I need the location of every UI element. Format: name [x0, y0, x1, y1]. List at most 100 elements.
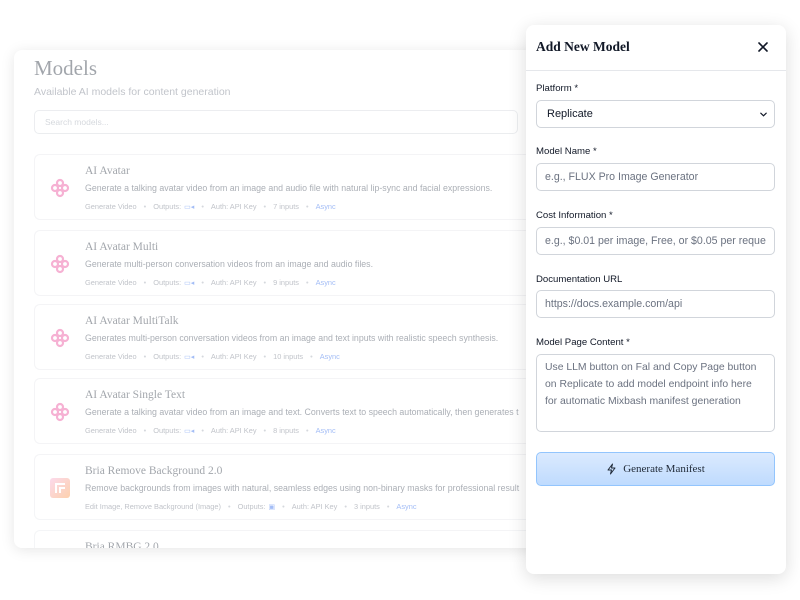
- meta-separator: •: [263, 278, 267, 287]
- model-category: Generate Video: [85, 426, 137, 435]
- model-description: Generate a talking avatar video from an …: [85, 407, 519, 417]
- model-outputs: Outputs: ▭◂: [153, 352, 195, 361]
- model-inputs: 7 inputs: [273, 202, 299, 211]
- model-mode: Async: [315, 202, 336, 211]
- model-card[interactable]: Bria Remove Background 2.0 Remove backgro…: [34, 454, 554, 520]
- model-meta: Generate Video • Outputs: ▭◂ • Auth: API Key •…: [85, 352, 340, 361]
- avatar-flower-icon: [49, 177, 71, 199]
- model-name: AI Avatar: [85, 165, 130, 177]
- video-icon: ▭◂: [184, 204, 195, 211]
- model-meta: Edit Image, Remove Background (Image) • Ou…: [85, 502, 417, 511]
- model-name: Bria RMBG 2.0: [85, 541, 159, 548]
- model-mode: Async: [396, 502, 417, 511]
- model-meta: Generate Video • Outputs: ▭◂ • Auth: API Key •…: [85, 426, 336, 435]
- video-icon: ▭◂: [184, 280, 195, 287]
- model-meta: Generate Video • Outputs: ▭◂ • Auth: API Key •…: [85, 278, 336, 287]
- model-description: Generate multi-person conversation video…: [85, 259, 374, 269]
- drawer-header: Add New Model: [526, 25, 786, 71]
- generate-manifest-label: Generate Manifest: [623, 463, 705, 475]
- chevron-down-icon: [760, 112, 767, 117]
- model-name-field[interactable]: [536, 163, 775, 191]
- cost-field[interactable]: [536, 227, 775, 255]
- model-inputs: 3 inputs: [353, 502, 380, 511]
- model-category: Edit Image, Remove Background (Image): [85, 502, 221, 511]
- model-auth: Auth: API Key: [210, 352, 257, 361]
- model-card[interactable]: Bria RMBG 2.0: [34, 530, 554, 548]
- add-model-drawer: Add New Model Platform * Replicate Model…: [526, 25, 786, 574]
- model-meta: Generate Video • Outputs: ▭◂ • Auth: API Key •…: [85, 202, 336, 211]
- model-category: Generate Video: [85, 352, 137, 361]
- generate-manifest-button[interactable]: Generate Manifest: [536, 452, 775, 486]
- meta-separator: •: [143, 202, 147, 211]
- meta-separator: •: [306, 426, 309, 435]
- search-input[interactable]: Search models...: [34, 110, 518, 134]
- model-outputs: Outputs: ▣: [237, 502, 276, 511]
- model-auth: Auth: API Key: [210, 202, 257, 211]
- model-auth: Auth: API Key: [210, 278, 257, 287]
- meta-separator: •: [143, 426, 147, 435]
- meta-separator: •: [201, 202, 204, 211]
- model-outputs: Outputs: ▭◂: [153, 202, 195, 211]
- model-name-label: Model Name *: [536, 146, 597, 157]
- model-name: AI Avatar Single Text: [85, 389, 186, 401]
- model-mode: Async: [319, 352, 340, 361]
- page-content-label: Model Page Content *: [536, 337, 630, 348]
- meta-separator: •: [310, 352, 313, 361]
- model-description: Remove backgrounds from images with natu…: [85, 483, 520, 493]
- meta-separator: •: [143, 278, 147, 287]
- model-category: Generate Video: [85, 278, 137, 287]
- model-inputs: 10 inputs: [273, 352, 304, 361]
- platform-label: Platform *: [536, 83, 579, 94]
- meta-separator: •: [386, 502, 390, 511]
- model-inputs: 9 inputs: [273, 278, 299, 287]
- page-title: Models: [34, 56, 97, 80]
- avatar-flower-icon: [49, 253, 71, 275]
- model-card[interactable]: AI Avatar Generate a talking avatar video…: [34, 154, 554, 220]
- meta-separator: •: [263, 426, 267, 435]
- drawer-title: Add New Model: [536, 39, 630, 54]
- model-auth: Auth: API Key: [291, 502, 338, 511]
- avatar-flower-icon: [49, 327, 71, 349]
- meta-separator: •: [201, 278, 204, 287]
- model-mode: Async: [315, 278, 336, 287]
- video-icon: ▭◂: [184, 354, 195, 361]
- video-icon: ▭◂: [184, 428, 195, 435]
- meta-separator: •: [143, 352, 147, 361]
- model-card[interactable]: AI Avatar Single Text Generate a talking …: [34, 378, 554, 444]
- platform-select-value: Replicate: [547, 108, 593, 120]
- meta-separator: •: [306, 202, 309, 211]
- close-button[interactable]: [754, 38, 772, 56]
- doc-url-label: Documentation URL: [536, 274, 623, 285]
- page-content-field[interactable]: [536, 354, 775, 432]
- model-name: Bria Remove Background 2.0: [85, 465, 223, 477]
- model-auth: Auth: API Key: [210, 426, 257, 435]
- meta-separator: •: [201, 352, 204, 361]
- model-description: Generates multi-person conversation vide…: [85, 333, 499, 343]
- model-mode: Async: [315, 426, 336, 435]
- model-category: Generate Video: [85, 202, 137, 211]
- model-card[interactable]: AI Avatar MultiTalk Generates multi-perso…: [34, 304, 554, 370]
- meta-separator: •: [306, 278, 309, 287]
- page-subtitle: Available AI models for content generati…: [34, 86, 231, 98]
- model-outputs: Outputs: ▭◂: [153, 278, 195, 287]
- platform-select[interactable]: Replicate: [536, 100, 775, 128]
- meta-separator: •: [263, 352, 267, 361]
- bria-gradient-icon: [49, 477, 71, 499]
- doc-url-field[interactable]: [536, 290, 775, 318]
- cost-label: Cost Information *: [536, 210, 613, 221]
- meta-separator: •: [282, 502, 285, 511]
- lightning-icon: [607, 463, 616, 475]
- model-name: AI Avatar MultiTalk: [85, 315, 179, 327]
- model-description: Generate a talking avatar video from an …: [85, 183, 493, 193]
- meta-separator: •: [201, 426, 204, 435]
- model-card[interactable]: AI Avatar Multi Generate multi-person con…: [34, 230, 554, 296]
- model-inputs: 8 inputs: [273, 426, 299, 435]
- close-icon[interactable]: [754, 38, 772, 56]
- avatar-flower-icon: [49, 401, 71, 423]
- models-panel: Models Available AI models for content g…: [14, 50, 554, 548]
- image-icon: ▣: [268, 504, 276, 511]
- meta-separator: •: [263, 202, 267, 211]
- meta-separator: •: [227, 502, 231, 511]
- model-outputs: Outputs: ▭◂: [153, 426, 195, 435]
- model-name: AI Avatar Multi: [85, 241, 159, 253]
